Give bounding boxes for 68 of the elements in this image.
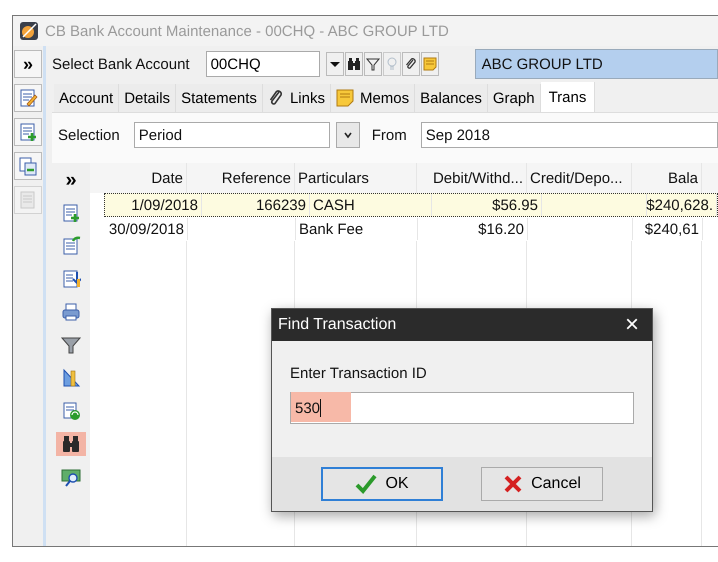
edit-icon-button[interactable] xyxy=(14,84,42,112)
money-search-icon xyxy=(61,467,81,487)
table-cell: Bank Fee xyxy=(299,220,364,238)
dropdown-button[interactable] xyxy=(336,122,360,148)
window-title: CB Bank Account Maintenance - 00CHQ - ABC GROUP LTD xyxy=(45,22,449,40)
tab[interactable]: Links xyxy=(262,84,331,112)
company-field: ABC GROUP LTD xyxy=(474,49,718,79)
binoculars-icon xyxy=(346,57,361,71)
tab[interactable]: Details xyxy=(119,84,176,112)
cross-icon xyxy=(503,474,524,494)
add-document-icon-button[interactable] xyxy=(14,118,42,146)
selection-dropdown[interactable]: Period xyxy=(134,122,330,148)
paperclip-icon xyxy=(268,89,284,107)
table-cell: 30/09/2018 xyxy=(108,220,184,238)
table-cell: CASH xyxy=(313,196,355,214)
filter-icon xyxy=(61,335,81,355)
tab[interactable]: Trans xyxy=(540,82,596,112)
table-row[interactable]: 1/09/2018 166239 CASH $56.95 $240,628. xyxy=(104,193,718,217)
tab[interactable]: Account xyxy=(54,84,120,112)
ok-button[interactable]: OK xyxy=(321,467,443,501)
close-button[interactable]: × xyxy=(612,309,652,341)
binoculars-icon xyxy=(61,434,81,454)
chevron-down-icon xyxy=(342,130,353,140)
tab[interactable]: Graph xyxy=(488,84,541,112)
paperclip-icon-button[interactable] xyxy=(402,52,420,76)
from-period-field[interactable]: Sep 2018 xyxy=(420,122,718,148)
field-label: Selection xyxy=(58,126,120,144)
cancel-button[interactable]: Cancel xyxy=(481,467,603,501)
edit-icon xyxy=(18,88,38,108)
ruler-icon xyxy=(61,368,81,388)
field-label: Select Bank Account xyxy=(52,56,190,72)
app-logo-icon xyxy=(19,21,39,41)
add-document-icon xyxy=(18,122,38,142)
table-cell: $240,61 xyxy=(644,220,699,238)
tab[interactable]: Balances xyxy=(415,84,488,112)
filter-icon xyxy=(366,57,380,71)
table-cell: 166239 xyxy=(256,196,306,214)
tab[interactable]: Memos xyxy=(330,84,416,112)
table-row[interactable]: 30/09/2018 Bank Fee $16.20 $240,61 xyxy=(90,217,704,241)
copy-document-icon xyxy=(18,156,38,176)
copy-document-icon-button[interactable] xyxy=(14,152,42,180)
paperclip-icon xyxy=(404,57,418,71)
input-value: 530 xyxy=(295,400,320,416)
binoculars-icon-button[interactable] xyxy=(344,52,363,76)
transaction-id-field[interactable]: 530 xyxy=(290,392,634,424)
bank-account-field[interactable]: 00CHQ xyxy=(206,51,320,77)
note-icon xyxy=(422,57,437,71)
tab[interactable]: Statements xyxy=(176,84,263,112)
note-icon xyxy=(336,89,354,107)
import-document-icon xyxy=(61,269,81,289)
field-label: From xyxy=(372,126,407,144)
checkmark-icon xyxy=(355,474,378,494)
binoculars-icon-button[interactable] xyxy=(56,432,86,456)
filter-icon-button[interactable] xyxy=(364,52,382,76)
table-cell: $16.20 xyxy=(478,220,524,238)
export-document-icon xyxy=(61,236,81,256)
refresh-document-icon xyxy=(61,401,81,421)
dropdown-arrow-icon-button[interactable] xyxy=(326,52,344,76)
expand-button[interactable]: » xyxy=(65,169,77,192)
expand-button[interactable]: » xyxy=(14,50,42,78)
add-document-icon xyxy=(61,203,81,223)
table-cell: 1/09/2018 xyxy=(131,196,198,214)
lightbulb-icon xyxy=(384,57,399,71)
table-cell: $240,628. xyxy=(646,196,713,214)
field-label: Enter Transaction ID xyxy=(290,365,428,382)
dialog-title: Find Transaction xyxy=(278,316,396,334)
table-cell: $56.95 xyxy=(492,196,538,214)
print-icon xyxy=(61,302,81,322)
